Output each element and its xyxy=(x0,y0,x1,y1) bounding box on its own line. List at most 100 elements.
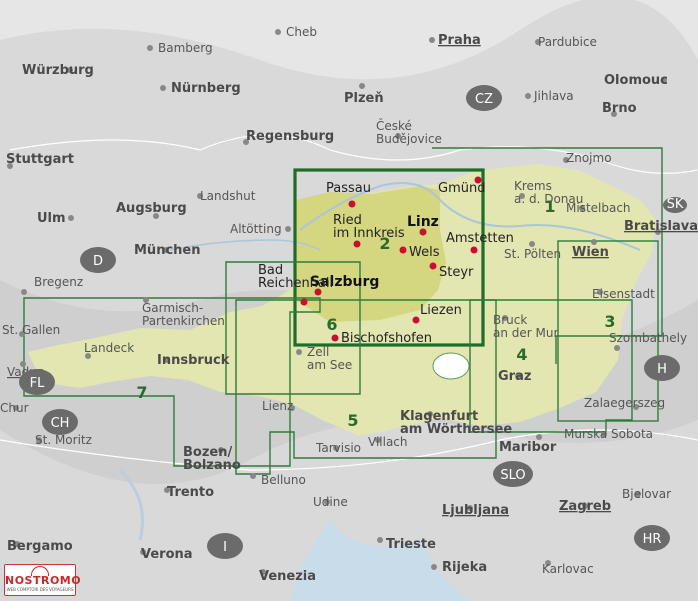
city-label-mistelbach[interactable]: Mistelbach xyxy=(566,201,631,215)
city-label-murska[interactable]: Murska Sobota xyxy=(564,427,653,441)
city-label-stmoritz[interactable]: St. Moritz xyxy=(35,433,92,447)
city-dot-rijeka[interactable] xyxy=(431,564,437,570)
city-dot-steyr[interactable] xyxy=(429,262,437,270)
city-dot-bregenz[interactable] xyxy=(21,289,27,295)
city-label-liezen[interactable]: Liezen xyxy=(420,303,462,318)
city-dot-nurnberg[interactable] xyxy=(160,85,166,91)
city-dot-zell[interactable] xyxy=(296,349,302,355)
country-badge-a[interactable]: A xyxy=(432,352,470,380)
city-label-eisenstadt[interactable]: Eisenstadt xyxy=(592,287,655,301)
city-label-trieste[interactable]: Trieste xyxy=(386,537,436,552)
city-dot-wels[interactable] xyxy=(399,246,407,254)
city-label-augsburg[interactable]: Augsburg xyxy=(116,201,187,216)
city-label-stuttgart[interactable]: Stuttgart xyxy=(6,152,74,167)
country-badge-h[interactable]: H xyxy=(644,355,680,381)
nostromo-logo[interactable]: NOSTROMO WEB COMPTOIR DES VOYAGEURS xyxy=(4,564,81,596)
city-label-venezia[interactable]: Venezia xyxy=(259,569,316,584)
sheet-number-4[interactable]: 4 xyxy=(516,345,527,364)
city-label-chur[interactable]: Chur xyxy=(0,401,29,415)
city-label-lienz[interactable]: Lienz xyxy=(262,399,293,413)
city-label-tarvisio[interactable]: Tarvisio xyxy=(315,441,361,455)
city-label-steyr[interactable]: Steyr xyxy=(439,265,474,280)
city-label-wurzburg[interactable]: Würzburg xyxy=(22,63,94,78)
country-badge-slo[interactable]: SLO xyxy=(493,461,533,487)
city-label-pardubice[interactable]: Pardubice xyxy=(538,35,597,49)
city-dot-ulm[interactable] xyxy=(68,215,74,221)
sheet-number-1[interactable]: 1 xyxy=(544,197,555,216)
map-canvas[interactable]: Cheb Bamberg Praha Pardubice Würzburg Plzeň Ol… xyxy=(0,0,698,601)
city-label-altotting[interactable]: Altötting xyxy=(230,222,282,236)
city-label-innsbruck[interactable]: Innsbruck xyxy=(157,353,230,368)
city-label-bratislava[interactable]: Bratislava xyxy=(624,219,698,234)
city-label-maribor[interactable]: Maribor xyxy=(499,440,557,455)
city-label-verona[interactable]: Verona xyxy=(141,547,193,562)
city-label-zagreb[interactable]: Zagreb xyxy=(559,499,611,514)
city-label-plzen[interactable]: Plzeň xyxy=(344,91,384,106)
city-dot-jihlava[interactable] xyxy=(525,93,531,99)
city-dot-trieste[interactable] xyxy=(377,537,383,543)
sheet-number-6[interactable]: 6 xyxy=(326,315,337,334)
city-label-amstetten[interactable]: Amstetten xyxy=(446,231,514,246)
city-label-zalaeg[interactable]: Zalaegerszeg xyxy=(584,396,665,410)
city-label-villach[interactable]: Villach xyxy=(368,435,408,449)
city-label-trento[interactable]: Trento xyxy=(167,485,214,500)
city-dot-ried[interactable] xyxy=(353,240,361,248)
city-label-belluno[interactable]: Belluno xyxy=(261,473,306,487)
sheet-number-3[interactable]: 3 xyxy=(604,312,615,331)
city-label-ljubljana[interactable]: Ljubljana xyxy=(442,503,509,518)
country-badge-sk[interactable]: SK xyxy=(663,197,687,213)
city-label-bregenz[interactable]: Bregenz xyxy=(34,275,83,289)
city-label-znojmo[interactable]: Znojmo xyxy=(566,151,612,165)
city-label-jihlava[interactable]: Jihlava xyxy=(533,89,574,103)
city-dot-bamberg[interactable] xyxy=(147,45,153,51)
city-label-linz[interactable]: Linz xyxy=(407,214,439,230)
country-badge-hr[interactable]: HR xyxy=(634,525,670,551)
map-svg[interactable]: Cheb Bamberg Praha Pardubice Würzburg Plzeň Ol… xyxy=(0,0,698,601)
city-label-landeck[interactable]: Landeck xyxy=(84,341,134,355)
country-badge-d[interactable]: D xyxy=(80,247,116,273)
city-label-passau[interactable]: Passau xyxy=(326,181,371,196)
city-label-bozen[interactable]: Bozen/Bolzano xyxy=(183,445,241,473)
city-label-rijeka[interactable]: Rijeka xyxy=(442,560,487,575)
city-label-wels[interactable]: Wels xyxy=(409,245,440,260)
city-label-stgallen[interactable]: St. Gallen xyxy=(2,323,60,337)
city-dot-liezen[interactable] xyxy=(412,316,420,324)
city-label-bjelovar[interactable]: Bjelovar xyxy=(622,487,671,501)
city-label-munchen[interactable]: München xyxy=(134,243,200,258)
city-label-landshut[interactable]: Landshut xyxy=(200,189,256,203)
city-label-wien[interactable]: Wien xyxy=(572,245,609,260)
city-dot-altotting[interactable] xyxy=(285,226,291,232)
city-dot-praha[interactable] xyxy=(429,37,435,43)
city-dot-passau[interactable] xyxy=(348,200,356,208)
city-label-stpolten[interactable]: St. Pölten xyxy=(504,247,561,261)
city-label-szombathely[interactable]: Szombathely xyxy=(609,331,687,345)
city-label-regensburg[interactable]: Regensburg xyxy=(246,129,334,144)
sheet-number-2[interactable]: 2 xyxy=(379,234,390,253)
city-dot-szombathely[interactable] xyxy=(614,345,620,351)
city-label-bamberg[interactable]: Bamberg xyxy=(158,41,213,55)
city-label-olomouc[interactable]: Olomouc xyxy=(604,73,668,88)
city-label-bergamo[interactable]: Bergamo xyxy=(7,539,73,554)
city-label-karlovac[interactable]: Karlovac xyxy=(542,562,594,576)
country-badge-cz[interactable]: CZ xyxy=(466,85,502,111)
city-dot-badreich[interactable] xyxy=(300,298,308,306)
sheet-number-5[interactable]: 5 xyxy=(347,411,358,430)
city-label-gmund[interactable]: Gmünd xyxy=(438,181,485,196)
city-label-brno[interactable]: Brno xyxy=(602,101,637,116)
city-label-ulm[interactable]: Ulm xyxy=(37,211,66,226)
city-label-cheb[interactable]: Cheb xyxy=(286,25,317,39)
city-dot-amstetten[interactable] xyxy=(470,246,478,254)
city-label-nurnberg[interactable]: Nürnberg xyxy=(171,81,241,96)
country-badge-ch[interactable]: CH xyxy=(42,409,78,435)
country-badge-i[interactable]: I xyxy=(207,533,243,559)
city-label-praha[interactable]: Praha xyxy=(438,33,481,48)
sheet-number-7[interactable]: 7 xyxy=(136,383,147,402)
city-dot-bischofshofen[interactable] xyxy=(331,334,339,342)
city-label-graz[interactable]: Graz xyxy=(498,369,531,384)
city-dot-belluno[interactable] xyxy=(250,473,256,479)
city-label-udine[interactable]: Udine xyxy=(313,495,348,509)
city-dot-cheb[interactable] xyxy=(275,29,281,35)
city-dot-plzen[interactable] xyxy=(359,83,365,89)
city-label-bischofshofen[interactable]: Bischofshofen xyxy=(341,331,432,346)
country-badge-fl[interactable]: FL xyxy=(19,369,55,395)
